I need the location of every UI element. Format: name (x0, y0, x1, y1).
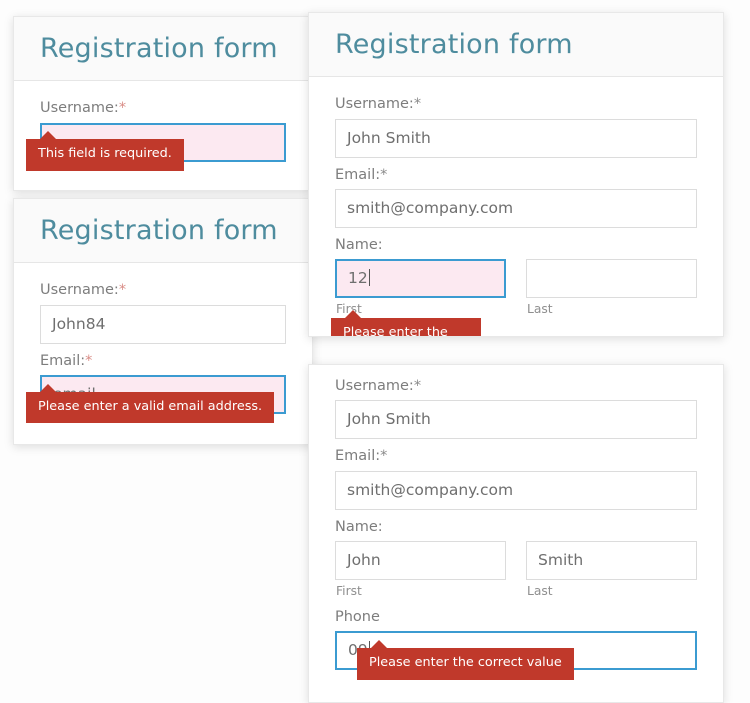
page-title: Registration form (40, 35, 286, 63)
username-label: Username:* (40, 93, 286, 122)
name-last-sublabel: Last (526, 580, 697, 600)
name-first-input[interactable]: John (335, 541, 506, 580)
name-first-column: 12 First Please enter the correct charac… (335, 259, 506, 318)
email-label: Email:* (335, 441, 697, 470)
email-input[interactable]: smith@company.com (335, 471, 697, 510)
username-label: Username:* (40, 275, 286, 304)
name-first-input[interactable]: 12 (335, 259, 506, 298)
card-header: Registration form (14, 17, 312, 81)
name-last-sublabel: Last (526, 298, 697, 318)
card-header: Registration form (14, 199, 312, 263)
username-label-text: Username: (40, 100, 119, 116)
field-username: Username:* This field is required. (40, 93, 286, 161)
registration-form-card-name-characters: Registration form Username:* John Smith … (308, 12, 724, 337)
page-title: Registration form (335, 31, 697, 59)
name-last-column: Smith Last (526, 541, 697, 600)
card-body: Username:* John Smith Email:* smith@comp… (309, 365, 723, 702)
text-caret (369, 269, 370, 286)
username-label-text: Username: (335, 378, 414, 394)
required-asterisk: * (85, 353, 92, 369)
page-title: Registration form (40, 217, 286, 245)
name-first-sublabel: First (335, 580, 506, 600)
email-label: Email:* (40, 346, 286, 375)
name-row: 12 First Please enter the correct charac… (335, 259, 697, 318)
required-asterisk: * (380, 448, 387, 464)
field-username: Username:* John Smith (335, 89, 697, 157)
required-asterisk: * (119, 282, 126, 298)
name-last-input[interactable] (526, 259, 697, 298)
phone-error-tooltip: Please enter the correct value (357, 648, 574, 680)
required-asterisk: * (414, 96, 421, 112)
name-last-column: Last (526, 259, 697, 318)
username-label-text: Username: (335, 96, 414, 112)
email-label: Email:* (335, 160, 697, 189)
email-error-tooltip: Please enter a valid email address. (26, 392, 274, 424)
name-row: John First Smith Last (335, 541, 697, 600)
email-label-text: Email: (335, 167, 380, 183)
field-phone: Phone 09 Please enter the correct value (335, 602, 697, 670)
field-email: Email:* email Please enter a valid email… (40, 346, 286, 414)
email-input[interactable]: smith@company.com (335, 189, 697, 228)
username-label: Username:* (335, 371, 697, 400)
field-name: Name: John First Smith Last (335, 512, 697, 601)
required-asterisk: * (119, 100, 126, 116)
required-asterisk: * (414, 378, 421, 394)
phone-label: Phone (335, 602, 697, 631)
username-label: Username:* (335, 89, 697, 118)
name-first-error-tooltip: Please enter the correct characters (331, 318, 481, 337)
card-body: Username:* John84 Email:* email Please e… (14, 263, 312, 444)
name-last-input[interactable]: Smith (526, 541, 697, 580)
username-input[interactable]: John Smith (335, 400, 697, 439)
card-body: Username:* This field is required. (14, 81, 312, 189)
registration-form-card-email-invalid: Registration form Username:* John84 Emai… (13, 198, 313, 445)
field-name: Name: 12 First Please enter the correct … (335, 230, 697, 319)
name-first-column: John First (335, 541, 506, 600)
username-input[interactable]: John Smith (335, 119, 697, 158)
registration-form-card-phone-value: Username:* John Smith Email:* smith@comp… (308, 364, 724, 703)
username-input[interactable]: John84 (40, 305, 286, 344)
email-label-text: Email: (40, 353, 85, 369)
username-label-text: Username: (40, 282, 119, 298)
name-label: Name: (335, 512, 697, 541)
email-label-text: Email: (335, 448, 380, 464)
name-label: Name: (335, 230, 697, 259)
card-body: Username:* John Smith Email:* smith@comp… (309, 77, 723, 336)
required-asterisk: * (380, 167, 387, 183)
field-email: Email:* smith@company.com (335, 441, 697, 509)
field-username: Username:* John84 (40, 275, 286, 343)
field-username: Username:* John Smith (335, 371, 697, 439)
card-header: Registration form (309, 13, 723, 77)
field-email: Email:* smith@company.com (335, 160, 697, 228)
username-error-tooltip: This field is required. (26, 139, 184, 171)
registration-form-card-username-required: Registration form Username:* This field … (13, 16, 313, 191)
